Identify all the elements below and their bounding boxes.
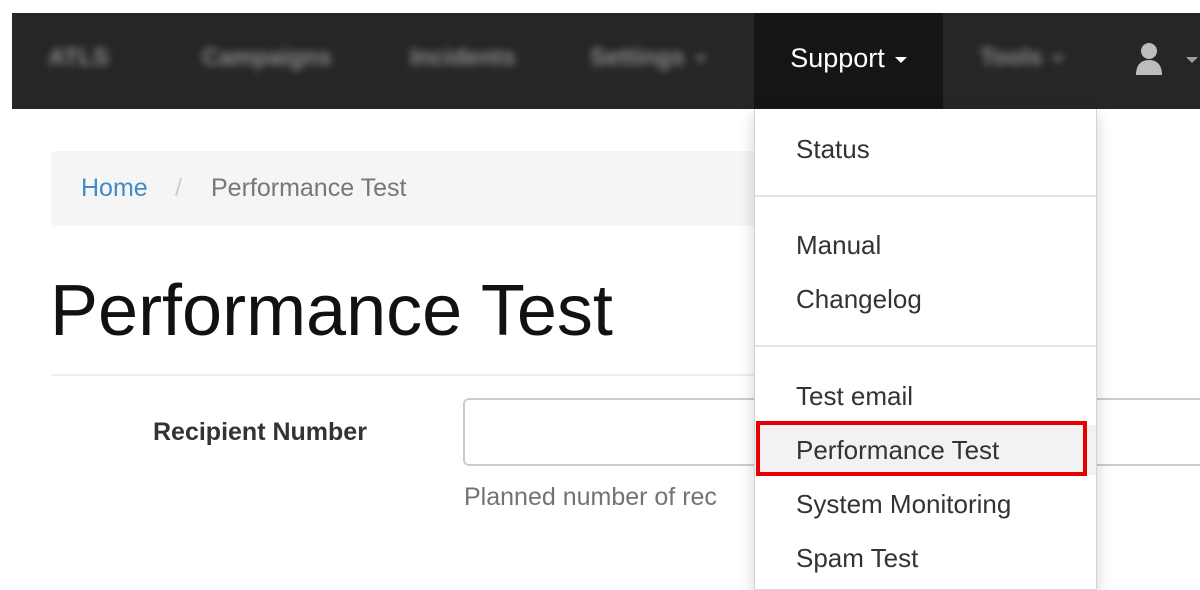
nav-settings-label: Settings: [590, 44, 685, 71]
breadcrumb: Home / Performance Test: [51, 151, 771, 226]
title-divider: [51, 374, 771, 376]
menu-item-system-monitoring[interactable]: System Monitoring: [755, 479, 1096, 529]
breadcrumb-current: Performance Test: [211, 174, 407, 202]
page-title: Performance Test: [50, 271, 613, 351]
menu-item-manual[interactable]: Manual: [755, 220, 1096, 270]
breadcrumb-home-link[interactable]: Home: [81, 151, 148, 226]
menu-item-performance-test[interactable]: Performance Test: [755, 425, 1096, 475]
user-icon[interactable]: [1134, 41, 1164, 77]
caret-down-icon: [694, 55, 707, 62]
menu-item-test-email[interactable]: Test email: [755, 371, 1096, 421]
caret-down-icon: [894, 56, 907, 63]
menu-item-changelog[interactable]: Changelog: [755, 274, 1096, 324]
nav-incidents[interactable]: Incidents: [410, 13, 515, 109]
nav-support[interactable]: Support: [754, 13, 943, 109]
recipient-number-label: Recipient Number: [153, 418, 367, 446]
breadcrumb-separator: /: [175, 174, 182, 202]
nav-support-label: Support: [790, 43, 885, 73]
caret-down-icon: [1052, 55, 1065, 62]
nav-tools-label: Tools: [980, 44, 1043, 71]
top-navbar: ATLS Campaigns Incidents Settings Suppor…: [12, 13, 1200, 109]
recipient-help-text: Planned number of rec: [464, 483, 717, 511]
menu-item-status[interactable]: Status: [755, 124, 1096, 174]
nav-campaigns[interactable]: Campaigns: [202, 13, 331, 109]
menu-item-spam-test[interactable]: Spam Test: [755, 533, 1096, 583]
support-dropdown-menu: Status Manual Changelog Test email Perfo…: [754, 109, 1097, 590]
menu-divider: [755, 195, 1096, 197]
menu-divider: [755, 345, 1096, 347]
nav-tools[interactable]: Tools: [980, 13, 1065, 109]
brand-logo[interactable]: ATLS: [48, 13, 109, 109]
user-caret-down-icon[interactable]: [1186, 57, 1198, 63]
nav-settings[interactable]: Settings: [590, 13, 707, 109]
